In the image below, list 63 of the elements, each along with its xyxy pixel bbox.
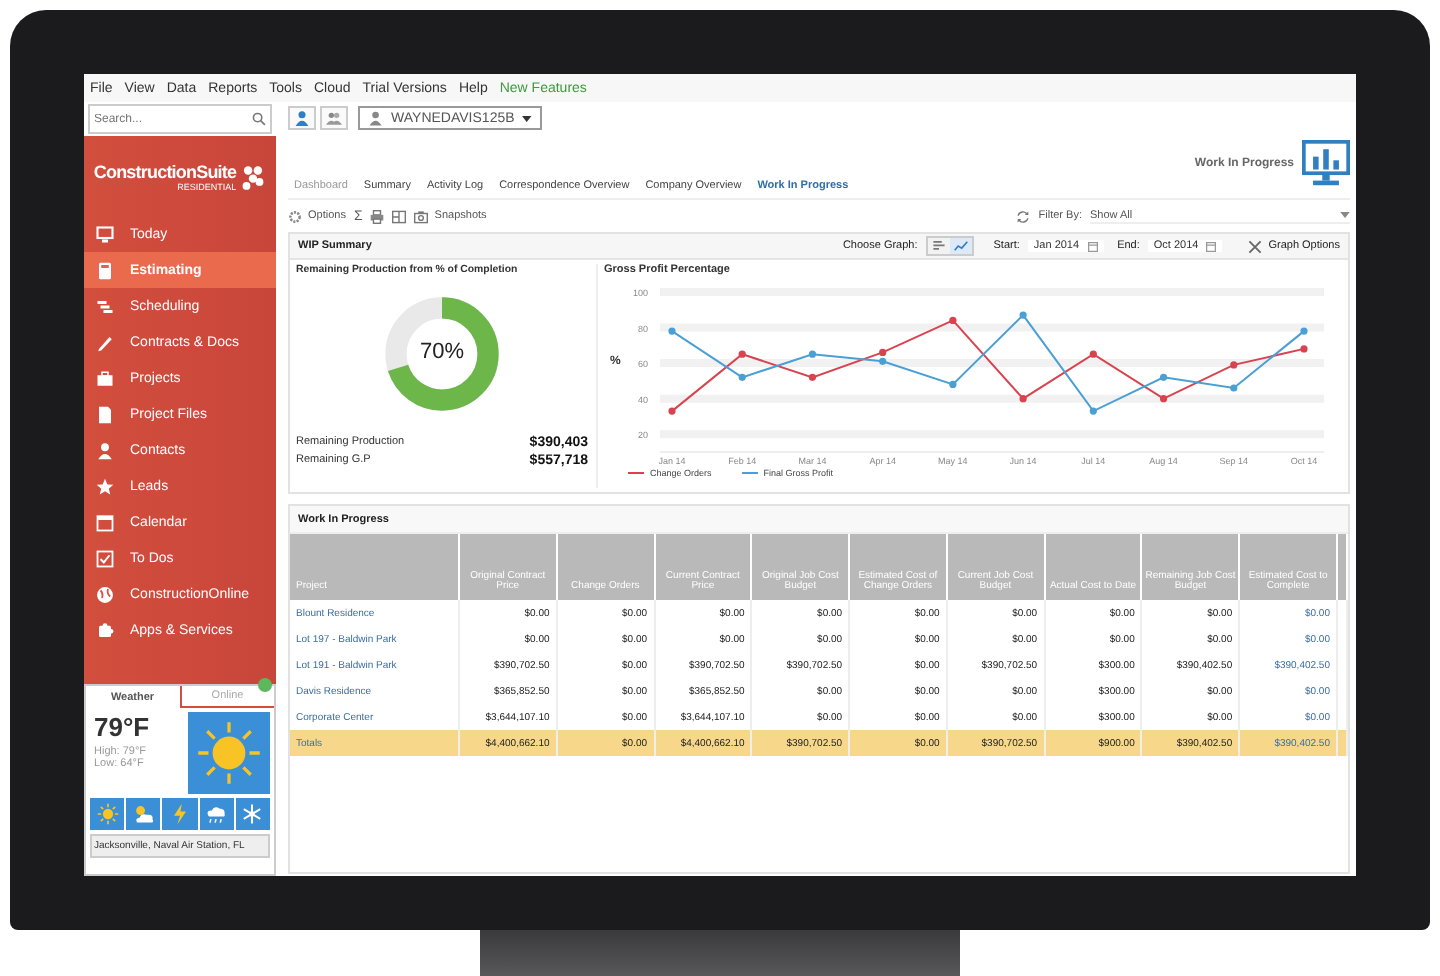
logo-title: ConstructionSuite: [93, 161, 237, 181]
data-point: [1300, 327, 1308, 335]
person-icon: [294, 110, 310, 126]
data-point: [1159, 373, 1168, 381]
data-point: [668, 407, 676, 415]
data-point: [1300, 345, 1308, 353]
checkbox-icon: [96, 549, 114, 567]
calendar-icon: [1087, 241, 1098, 251]
document-icon: [96, 405, 114, 423]
caret-icon: [522, 115, 532, 121]
puzzle-icon: [96, 621, 114, 639]
search-icon: [252, 112, 266, 126]
data-point: [949, 316, 957, 325]
notification-dot: [258, 678, 272, 692]
honeycomb-icon: [240, 161, 267, 191]
camera-icon: [414, 209, 429, 223]
bars-icon: [96, 297, 114, 315]
percent-label: 70%: [417, 340, 467, 364]
data-point: [1019, 395, 1027, 403]
data-point: [668, 327, 676, 335]
sun-icon: [188, 712, 270, 794]
data-point: [1230, 361, 1238, 369]
users-button[interactable]: [320, 106, 348, 130]
lightning-icon: [168, 802, 192, 826]
data-point: [1089, 407, 1097, 415]
print-icon[interactable]: [370, 209, 385, 223]
globe-icon: [96, 585, 114, 603]
calendar-icon: [96, 513, 114, 531]
data-point: [949, 380, 957, 389]
caret-icon: [1340, 212, 1350, 218]
layout-icon[interactable]: [392, 209, 407, 223]
line-graph-icon: [953, 240, 968, 252]
data-point: [808, 350, 817, 358]
rain-cloud-icon: [204, 802, 229, 826]
pen-icon: [96, 333, 114, 351]
snowflake-icon: [240, 802, 265, 826]
user-button[interactable]: [288, 106, 316, 130]
refresh-icon: [1016, 209, 1031, 223]
sun-icon: [95, 802, 120, 826]
tools-icon: [1248, 239, 1263, 253]
progress-ring: [380, 292, 504, 416]
graph-type-button[interactable]: [949, 238, 972, 254]
data-point: [1019, 311, 1027, 319]
temperature: 79°F: [94, 712, 150, 742]
data-point: [808, 373, 817, 381]
calculator-icon: [96, 261, 114, 279]
bar-chart-monitor-icon: [1302, 140, 1350, 188]
people-icon: [326, 110, 342, 126]
data-point: [1230, 384, 1238, 392]
briefcase-icon: [96, 369, 114, 387]
data-point: [738, 373, 746, 381]
bar-graph-icon: [931, 240, 946, 252]
calendar-icon: [1206, 241, 1217, 251]
cloud-sun-icon: [131, 802, 156, 826]
monitor-icon: [96, 225, 114, 243]
person-icon: [368, 110, 384, 126]
data-point: [738, 350, 746, 358]
gear-icon: [288, 209, 302, 223]
data-point: [1159, 395, 1168, 403]
person-icon: [96, 441, 114, 459]
graph-type-button[interactable]: [927, 238, 950, 254]
data-point: [1089, 350, 1097, 358]
star-icon: [96, 477, 114, 495]
